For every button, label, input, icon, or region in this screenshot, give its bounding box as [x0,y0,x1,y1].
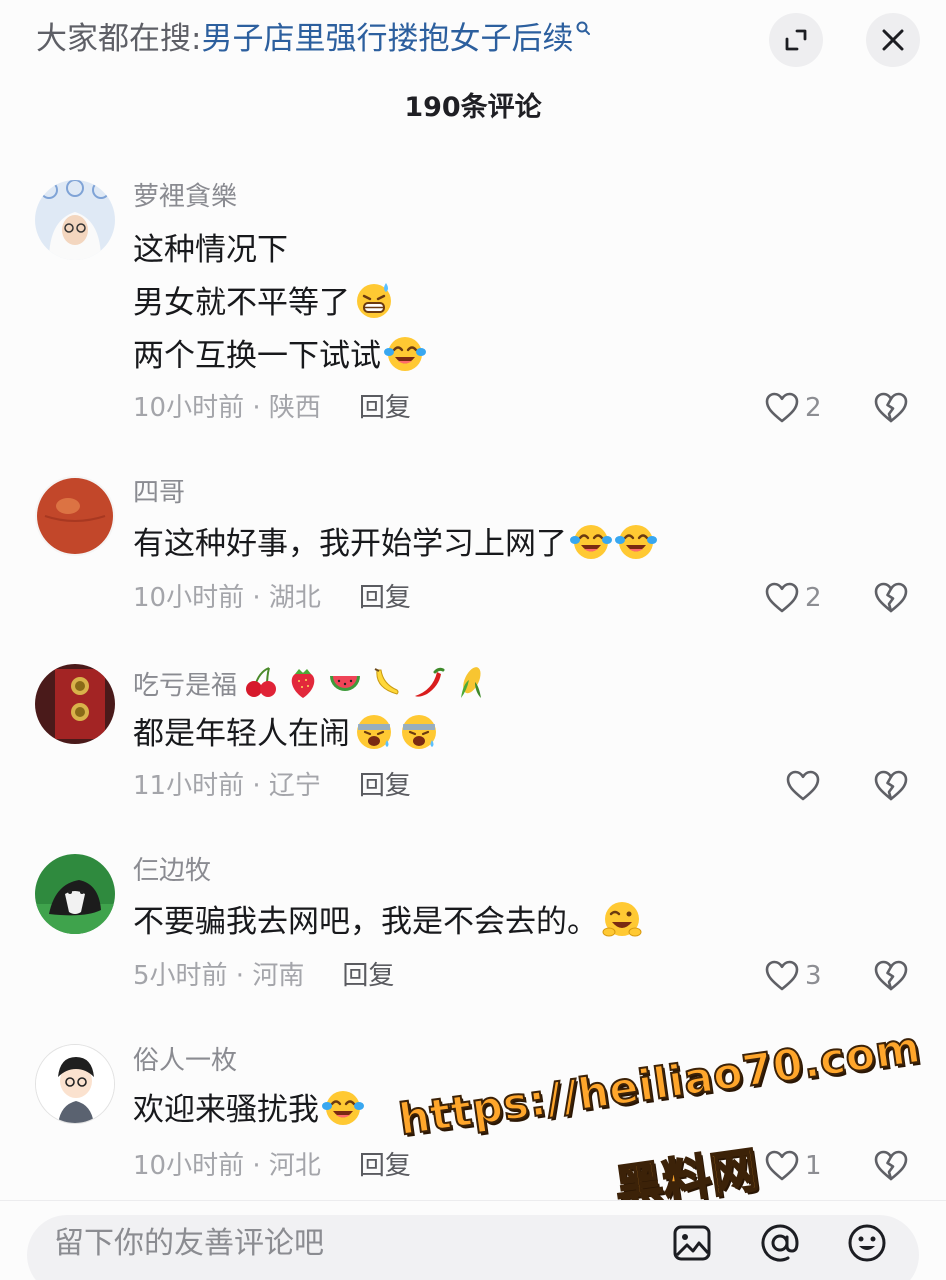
avatar[interactable] [35,476,115,556]
like-button[interactable]: 3 [764,958,822,994]
comment-meta: 5小时前 · 河南 回复 [133,958,394,994]
comment-line-text: 欢迎来骚扰我 [133,1092,319,1128]
expand-icon [785,29,807,51]
comment-line-text: 有这种好事，我开始学习上网了 [133,526,567,562]
image-icon[interactable] [670,1221,714,1265]
emoji-icon[interactable] [845,1221,889,1265]
comment-time-location: 10小时前 · 陕西 [133,393,321,423]
comment-line-text: 这种情况下 [133,232,288,268]
comment-input-box[interactable] [27,1215,919,1280]
banana-emoji-icon [369,664,405,700]
corn-emoji-icon [453,664,489,700]
like-button[interactable] [785,768,826,804]
comment-line: 这种情况下 [133,224,426,277]
broken-heart-icon[interactable] [873,390,909,426]
comment-meta: 11小时前 · 辽宁 回复 [133,768,411,804]
comment-username-text: 吃亏是福 [133,671,238,701]
broken-heart-icon[interactable] [873,958,909,994]
comment-count-title: 190条评论 [404,92,542,123]
comment-meta: 10小时前 · 陕西 回复 [133,390,411,426]
comment-meta: 10小时前 · 河北 回复 [133,1148,411,1184]
comment-text: 欢迎来骚扰我 [133,1084,364,1137]
comment-input[interactable] [54,1217,654,1269]
comment-meta: 10小时前 · 湖北 回复 [133,580,411,616]
avatar[interactable] [35,854,115,934]
fearful-emoji-icon [398,710,440,752]
fearful-emoji-icon [384,332,426,374]
reply-button[interactable]: 回复 [342,958,394,994]
comment-line: 有这种好事，我开始学习上网了 [133,518,657,571]
like-count: 2 [805,393,822,423]
comment-time-location: 10小时前 · 湖北 [133,583,321,613]
comment-username[interactable]: 四哥 [133,476,185,510]
comment-username[interactable]: 仨边牧 [133,854,211,888]
heart-icon [764,580,800,616]
comment-line: 不要骗我去网吧，我是不会去的。 [133,896,643,949]
like-count: 2 [805,583,822,613]
avatar[interactable] [35,664,115,744]
watermark-url: https://heiliao70.com [395,1022,925,1147]
comment-line: 两个互换一下试试 [133,330,426,383]
heart-icon [785,768,821,804]
trending-search-hint[interactable]: 大家都在搜:男子店里强行搂抱女子后续 [36,18,593,60]
reply-button[interactable]: 回复 [359,1148,411,1184]
reply-button[interactable]: 回复 [359,390,411,426]
comment-line-text: 不要骗我去网吧，我是不会去的。 [133,904,598,940]
comment-text: 都是年轻人在闹 [133,708,440,761]
heart-icon [764,958,800,994]
like-button[interactable]: 2 [764,390,822,426]
trending-search-query[interactable]: 男子店里强行搂抱女子后续 [201,21,573,57]
laughing-wink-emoji-icon [601,898,643,940]
heart-icon [764,390,800,426]
strawberry-emoji-icon [285,664,321,700]
cherries-emoji-icon [243,664,279,700]
like-count: 1 [805,1151,822,1181]
like-button[interactable]: 1 [764,1148,822,1184]
at-icon[interactable] [758,1221,802,1265]
crying-laughing-emoji-icon [615,520,657,562]
broken-heart-icon[interactable] [873,580,909,616]
expand-button[interactable] [769,13,823,67]
comment-line: 欢迎来骚扰我 [133,1084,364,1137]
hot-pepper-emoji-icon [411,664,447,700]
comment-line-text: 两个互换一下试试 [133,338,381,374]
comment-line: 都是年轻人在闹 [133,708,440,761]
broken-heart-icon[interactable] [873,768,909,804]
broken-heart-icon[interactable] [873,1148,909,1184]
comment-text: 这种情况下 男女就不平等了 两个互换一下试试 [133,224,426,383]
comment-input-bar [0,1200,946,1280]
comment-time-location: 5小时前 · 河南 [133,961,305,991]
trending-search-prefix: 大家都在搜: [36,21,202,57]
like-count: 3 [805,961,822,991]
comment-text: 有这种好事，我开始学习上网了 [133,518,657,571]
crying-laughing-emoji-icon [570,520,612,562]
avatar[interactable] [35,1044,115,1124]
watermark: https://heiliao70.com 黑料网 [388,1022,925,1219]
comment-line: 男女就不平等了 [133,277,426,330]
comment-line-text: 男女就不平等了 [133,285,350,321]
comment-username[interactable]: 萝裡貪樂 [133,180,237,214]
reply-button[interactable]: 回复 [359,580,411,616]
comment-line-text: 都是年轻人在闹 [133,716,350,752]
close-button[interactable] [866,13,920,67]
watermelon-emoji-icon [327,664,363,700]
comment-username[interactable]: 吃亏是福 [133,664,489,703]
avatar[interactable] [35,180,115,260]
comment-text: 不要骗我去网吧，我是不会去的。 [133,896,643,949]
top-bar: 大家都在搜:男子店里强行搂抱女子后续 [0,0,946,80]
reply-button[interactable]: 回复 [359,768,411,804]
comment-username[interactable]: 俗人一枚 [133,1044,237,1078]
crying-laughing-emoji-icon [322,1086,364,1128]
close-icon [882,29,904,51]
like-button[interactable]: 2 [764,580,822,616]
comment-time-location: 10小时前 · 河北 [133,1151,321,1181]
search-icon [576,21,591,35]
fearful-emoji-icon [353,710,395,752]
heart-icon [764,1148,800,1184]
comment-time-location: 11小时前 · 辽宁 [133,771,321,801]
grimacing-sweat-emoji-icon [353,279,395,321]
